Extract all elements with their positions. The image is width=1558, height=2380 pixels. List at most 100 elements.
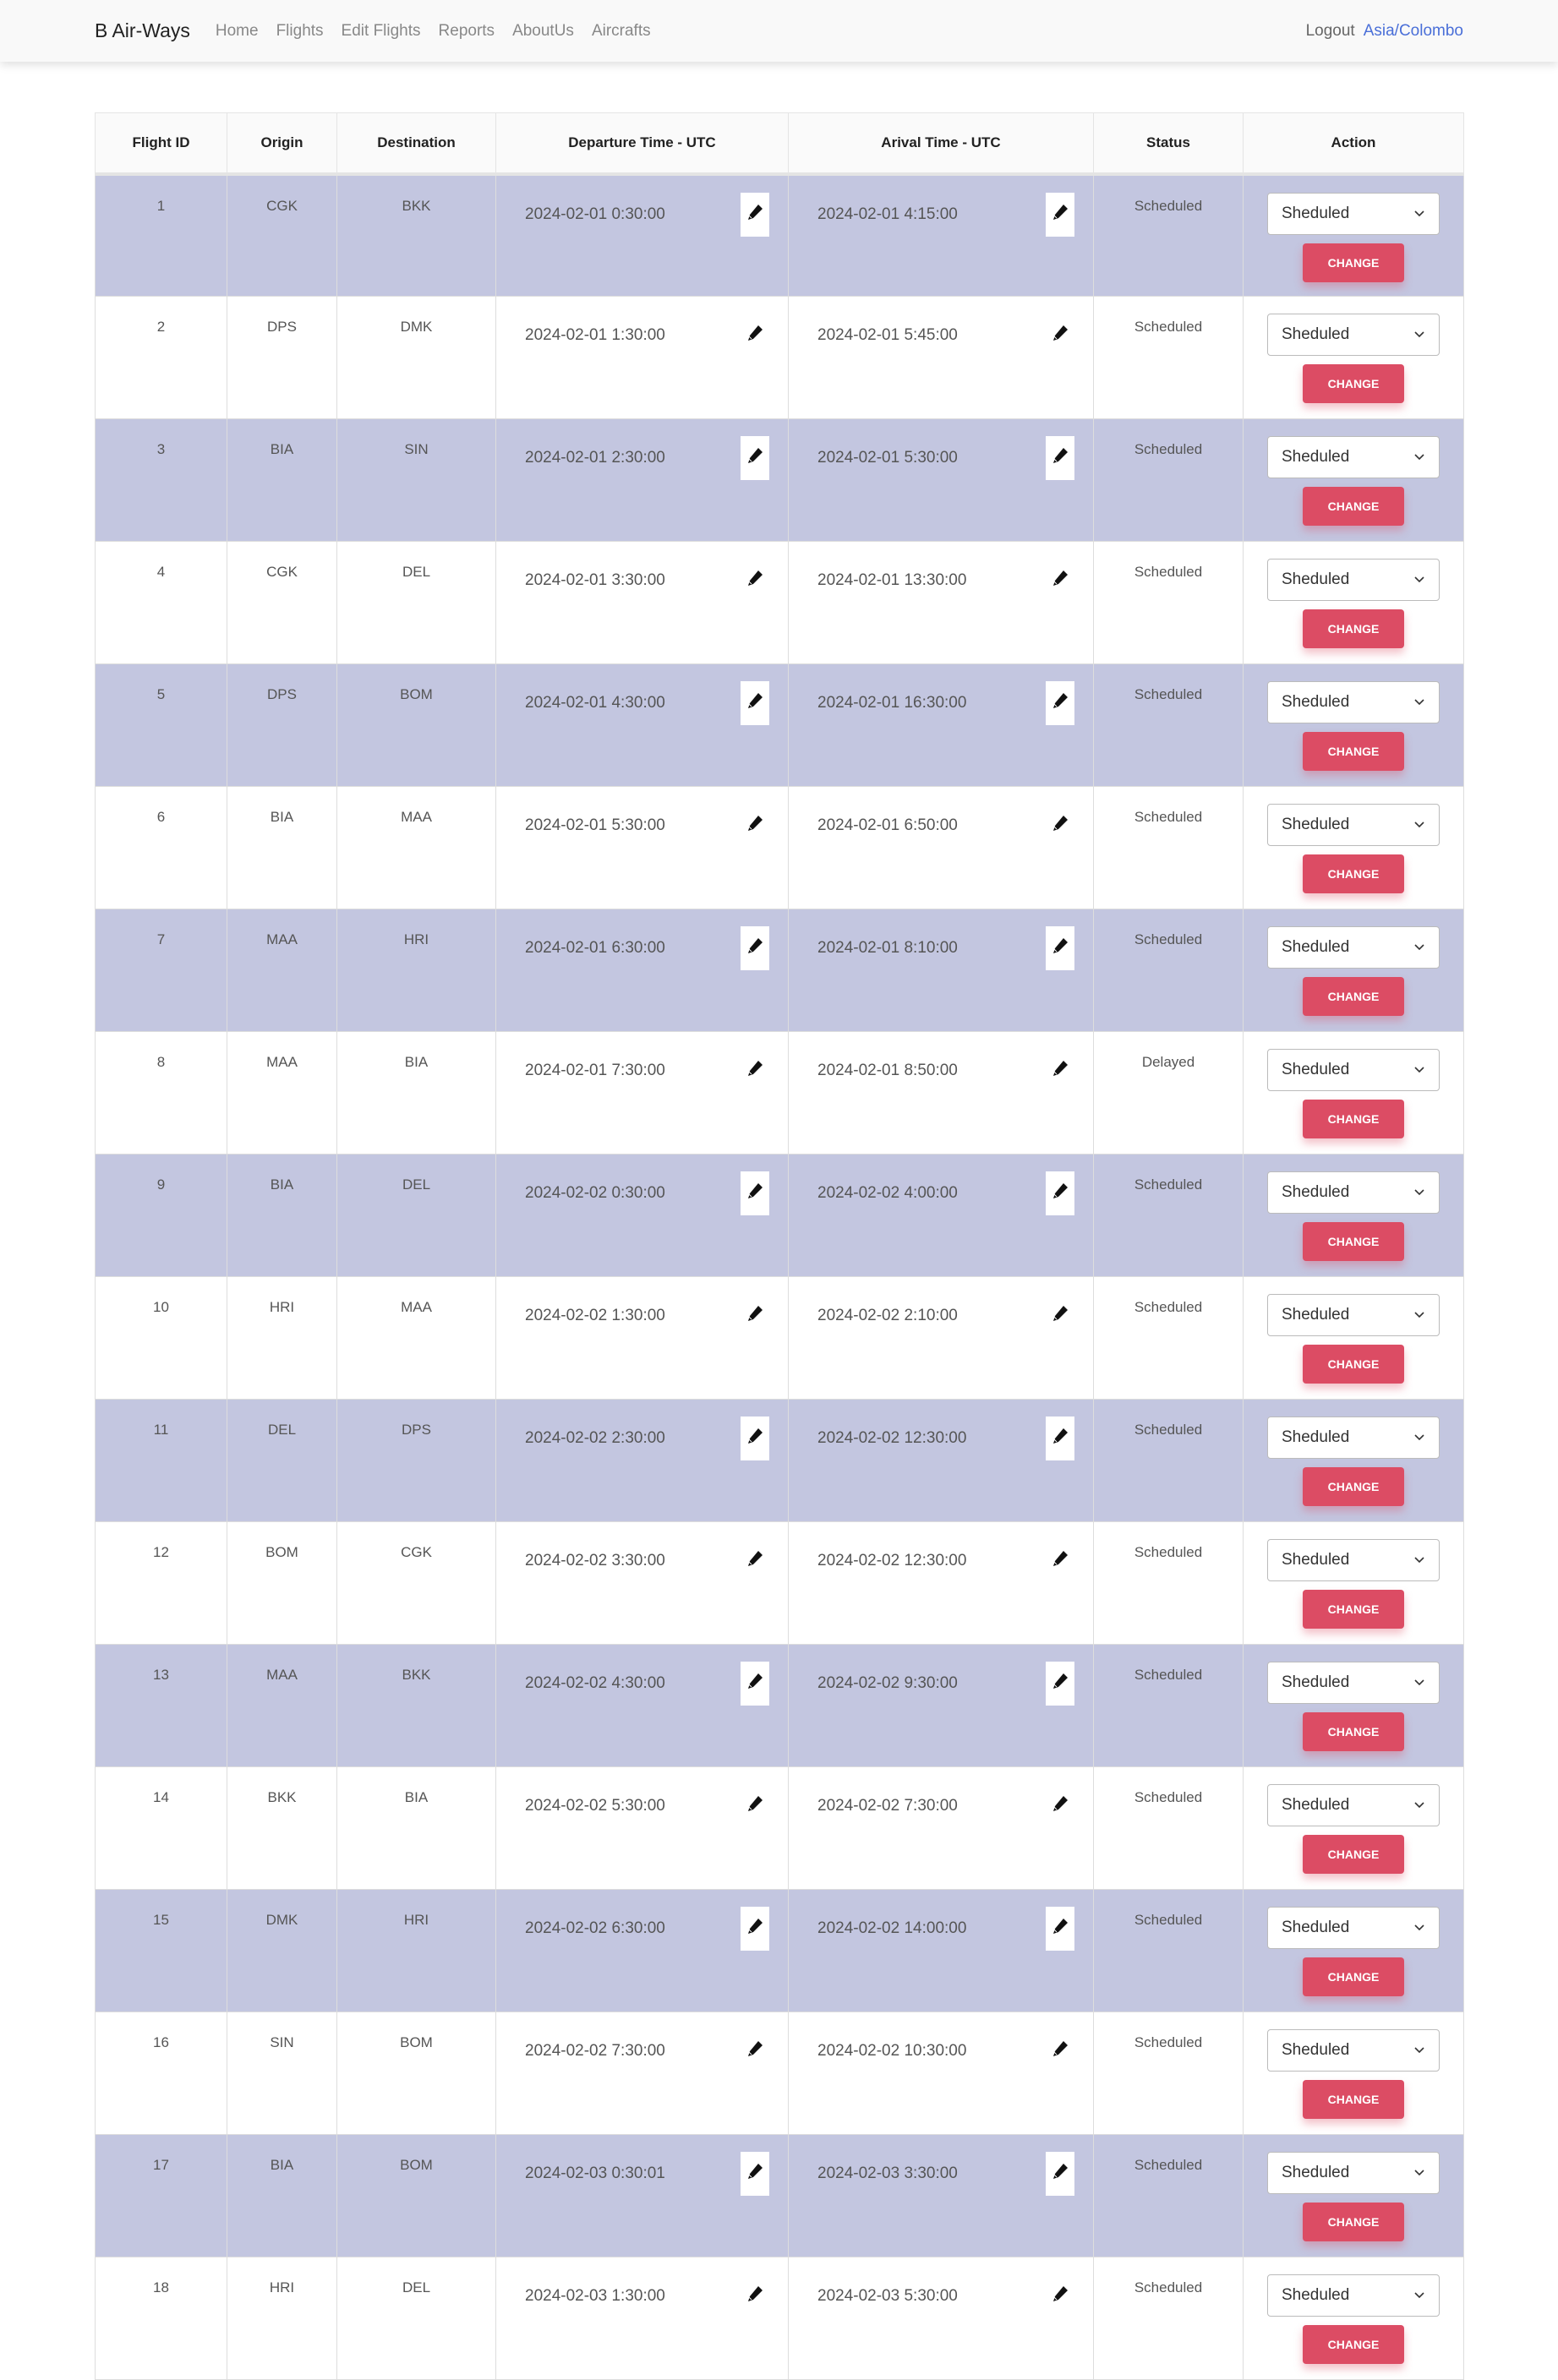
edit-departure-button[interactable] <box>741 1417 769 1460</box>
nav-reports[interactable]: Reports <box>439 22 495 41</box>
change-button[interactable]: CHANGE <box>1303 243 1404 282</box>
cell-action: Sheduled CHANGE <box>1243 1889 1464 2012</box>
edit-departure-button[interactable] <box>741 926 769 970</box>
status-select[interactable]: Sheduled <box>1267 681 1440 723</box>
status-select[interactable]: Sheduled <box>1267 1417 1440 1459</box>
cell-status: Scheduled <box>1093 1766 1244 1890</box>
edit-arrival-button[interactable] <box>1046 1417 1074 1460</box>
edit-arrival-button[interactable] <box>1046 1784 1074 1828</box>
edit-arrival-button[interactable] <box>1046 1539 1074 1583</box>
edit-arrival-button[interactable] <box>1046 1171 1074 1215</box>
edit-departure-button[interactable] <box>741 1049 769 1093</box>
edit-departure-button[interactable] <box>741 314 769 358</box>
change-button[interactable]: CHANGE <box>1303 1100 1404 1138</box>
pencil-icon <box>746 1182 763 1204</box>
status-select[interactable]: Sheduled <box>1267 2274 1440 2317</box>
status-select[interactable]: Sheduled <box>1267 2029 1440 2072</box>
cell-action: Sheduled CHANGE <box>1243 1276 1464 1400</box>
edit-departure-button[interactable] <box>741 1539 769 1583</box>
change-button[interactable]: CHANGE <box>1303 2203 1404 2241</box>
edit-arrival-button[interactable] <box>1046 2029 1074 2073</box>
change-button[interactable]: CHANGE <box>1303 487 1404 526</box>
change-button[interactable]: CHANGE <box>1303 1957 1404 1996</box>
status-select[interactable]: Sheduled <box>1267 1539 1440 1581</box>
change-button[interactable]: CHANGE <box>1303 2325 1404 2364</box>
cell-action: Sheduled CHANGE <box>1243 296 1464 419</box>
edit-arrival-button[interactable] <box>1046 1049 1074 1093</box>
status-select[interactable]: Sheduled <box>1267 559 1440 601</box>
change-button[interactable]: CHANGE <box>1303 1345 1404 1384</box>
status-select[interactable]: Sheduled <box>1267 436 1440 478</box>
nav-edit-flights[interactable]: Edit Flights <box>342 22 421 41</box>
change-button[interactable]: CHANGE <box>1303 609 1404 648</box>
edit-departure-button[interactable] <box>741 804 769 848</box>
status-select[interactable]: Sheduled <box>1267 1049 1440 1091</box>
nav-flights[interactable]: Flights <box>276 22 324 41</box>
brand[interactable]: B Air-Ways <box>95 19 190 42</box>
edit-arrival-button[interactable] <box>1046 681 1074 725</box>
status-select[interactable]: Sheduled <box>1267 1784 1440 1826</box>
edit-departure-button[interactable] <box>741 1171 769 1215</box>
status-select[interactable]: Sheduled <box>1267 192 1440 235</box>
edit-arrival-button[interactable] <box>1046 559 1074 603</box>
nav-home[interactable]: Home <box>216 22 259 41</box>
edit-departure-button[interactable] <box>741 2274 769 2318</box>
status-select[interactable]: Sheduled <box>1267 1662 1440 1704</box>
edit-departure-button[interactable] <box>741 2152 769 2196</box>
change-button[interactable]: CHANGE <box>1303 2080 1404 2119</box>
change-button[interactable]: CHANGE <box>1303 1467 1404 1506</box>
pencil-icon <box>746 937 763 959</box>
edit-departure-button[interactable] <box>741 1784 769 1828</box>
nav-aircrafts[interactable]: Aircrafts <box>592 22 651 41</box>
change-button[interactable]: CHANGE <box>1303 977 1404 1016</box>
edit-arrival-button[interactable] <box>1046 1294 1074 1338</box>
edit-departure-button[interactable] <box>741 192 769 237</box>
status-select[interactable]: Sheduled <box>1267 1171 1440 1214</box>
change-button[interactable]: CHANGE <box>1303 1222 1404 1261</box>
status-select[interactable]: Sheduled <box>1267 804 1440 846</box>
cell-departure: 2024-02-02 5:30:00 <box>495 1766 789 1890</box>
status-select[interactable]: Sheduled <box>1267 1294 1440 1336</box>
edit-arrival-button[interactable] <box>1046 1662 1074 1706</box>
status-select[interactable]: Sheduled <box>1267 926 1440 969</box>
change-button[interactable]: CHANGE <box>1303 854 1404 893</box>
edit-arrival-button[interactable] <box>1046 926 1074 970</box>
cell-arrival: 2024-02-01 6:50:00 <box>788 786 1094 909</box>
change-button[interactable]: CHANGE <box>1303 364 1404 403</box>
departure-time: 2024-02-03 0:30:01 <box>525 2164 665 2182</box>
pencil-icon <box>746 447 763 469</box>
cell-action: Sheduled CHANGE <box>1243 1399 1464 1522</box>
edit-arrival-button[interactable] <box>1046 2274 1074 2318</box>
edit-arrival-button[interactable] <box>1046 2152 1074 2196</box>
edit-departure-button[interactable] <box>741 1907 769 1951</box>
select-value: Sheduled <box>1282 1919 1350 1936</box>
edit-arrival-button[interactable] <box>1046 436 1074 480</box>
edit-departure-button[interactable] <box>741 1294 769 1338</box>
edit-arrival-button[interactable] <box>1046 804 1074 848</box>
change-button[interactable]: CHANGE <box>1303 1835 1404 1874</box>
cell-origin: BIA <box>227 418 337 542</box>
edit-departure-button[interactable] <box>741 1662 769 1706</box>
change-button[interactable]: CHANGE <box>1303 1590 1404 1629</box>
cell-action: Sheduled CHANGE <box>1243 173 1464 297</box>
change-button[interactable]: CHANGE <box>1303 1712 1404 1751</box>
cell-origin: BIA <box>227 2134 337 2257</box>
edit-departure-button[interactable] <box>741 681 769 725</box>
edit-departure-button[interactable] <box>741 436 769 480</box>
logout-link[interactable]: Logout <box>1306 22 1355 41</box>
edit-departure-button[interactable] <box>741 559 769 603</box>
timezone-link[interactable]: Asia/Colombo <box>1364 22 1463 41</box>
cell-flight-id: 14 <box>95 1766 227 1890</box>
status-select[interactable]: Sheduled <box>1267 314 1440 356</box>
edit-arrival-button[interactable] <box>1046 192 1074 237</box>
change-button[interactable]: CHANGE <box>1303 732 1404 771</box>
status-select[interactable]: Sheduled <box>1267 2152 1440 2194</box>
cell-arrival: 2024-02-02 9:30:00 <box>788 1644 1094 1767</box>
chevron-down-icon <box>1413 2041 1425 2060</box>
edit-arrival-button[interactable] <box>1046 314 1074 358</box>
nav-aboutus[interactable]: AboutUs <box>512 22 574 41</box>
cell-status: Scheduled <box>1093 541 1244 664</box>
status-select[interactable]: Sheduled <box>1267 1907 1440 1949</box>
edit-departure-button[interactable] <box>741 2029 769 2073</box>
edit-arrival-button[interactable] <box>1046 1907 1074 1951</box>
